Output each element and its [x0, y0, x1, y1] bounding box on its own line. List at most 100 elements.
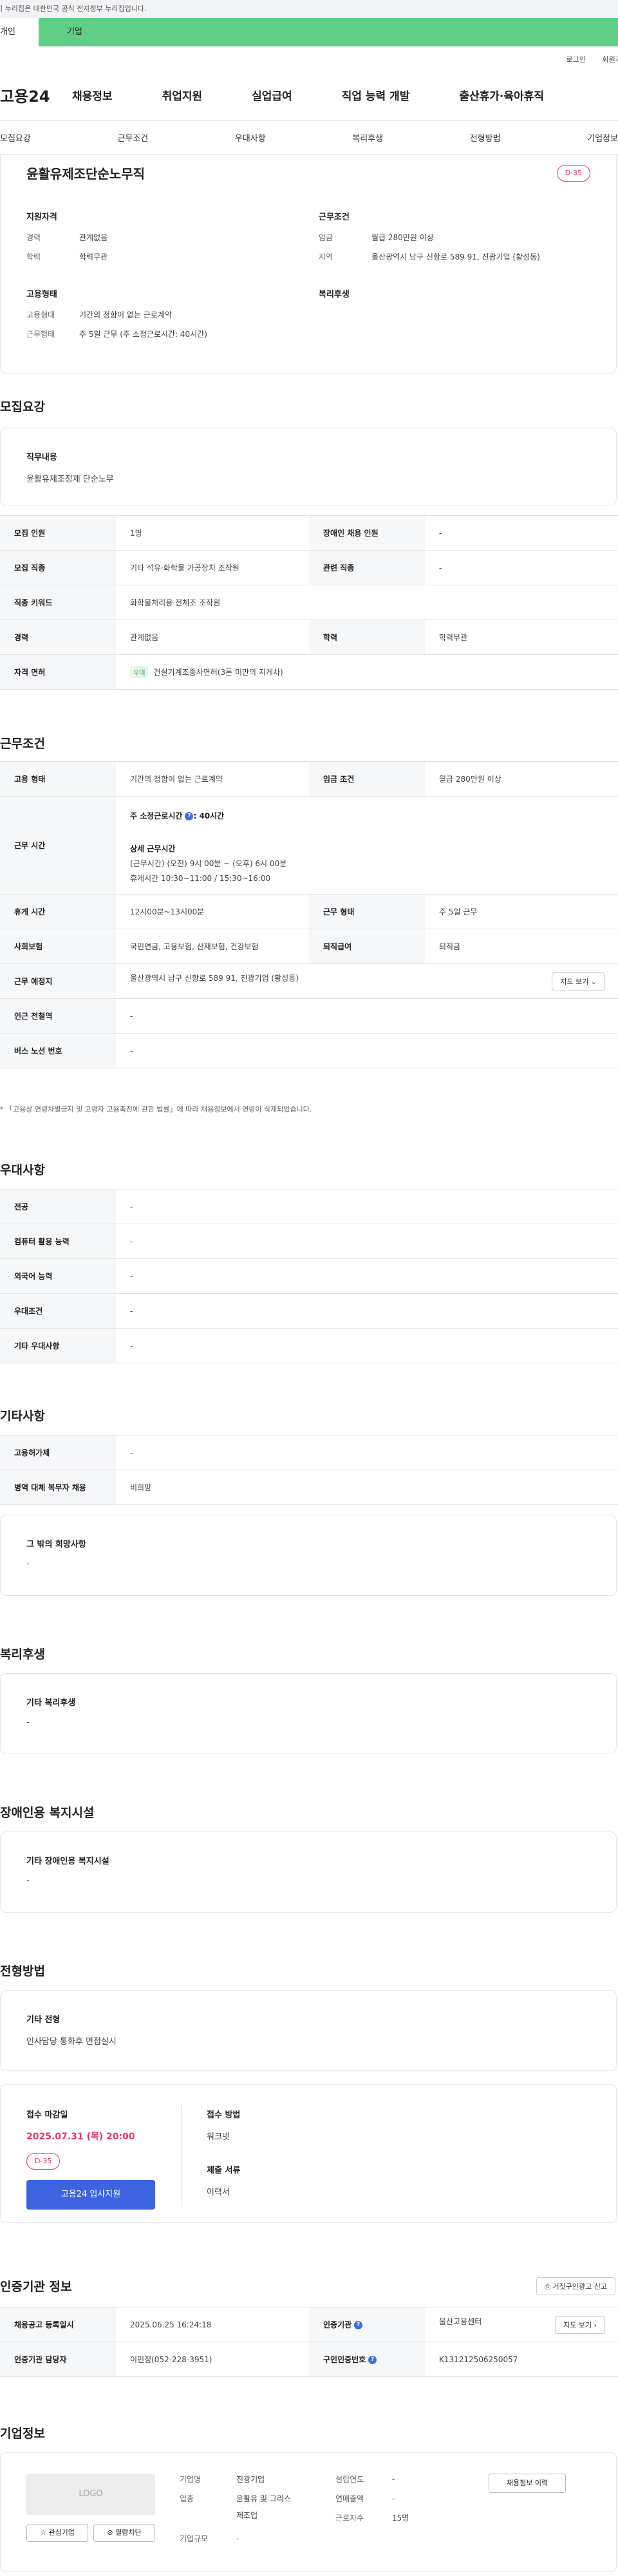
job-title: 윤활유제조단순노무직 — [26, 166, 145, 182]
company-logo: LOGO — [26, 2474, 155, 2515]
welfare-heading: 복리후생 — [0, 1647, 45, 1662]
table-row: 근무 시간 주 소정근로시간?: 40시간 상세 근무시간 (근무시간) (오전… — [0, 796, 618, 895]
cell-value: - — [116, 1224, 618, 1259]
other-wishes-card: 그 밖의 희망사항 - — [0, 1515, 617, 1596]
deadline-value: 2025.07.31 (목) 20:00 — [26, 2132, 135, 2142]
report-false-ad-button[interactable]: ⎙ 거짓구인광고 신고 — [536, 2277, 615, 2295]
cell-header: 기타 우대사항 — [0, 1328, 116, 1363]
job-content-card: 직무내용 윤활유제조정제 단순노무 — [0, 428, 617, 506]
deadline-title: 접수 마감일 — [26, 2110, 68, 2120]
tab-company[interactable]: 기업정보 — [587, 131, 618, 144]
site-logo[interactable]: 고용24 — [0, 84, 72, 106]
cell-header: 퇴직급여 — [309, 929, 425, 964]
welfare-card: 기타 복리후생 - — [0, 1673, 617, 1754]
docs-value: 이력서 — [207, 2188, 230, 2197]
block-view-button[interactable]: ⊘ 열람차단 — [93, 2524, 155, 2542]
cell-value: - — [116, 1328, 618, 1363]
tab-company[interactable]: 기업 — [39, 18, 618, 46]
cell-value: 월급 280만원 이상 — [425, 761, 618, 797]
company-sales: 연매출액 - — [335, 2494, 395, 2503]
cell-header: 경력 — [0, 620, 116, 655]
gnb-item-job-training[interactable]: 직업 능력 개발 — [342, 87, 410, 103]
preferences-table: 전공 - 컴퓨터 활용 능력 - 외국어 능력 - 우대조건 - 기타 우대사항 - — [0, 1189, 618, 1363]
agency-map-button[interactable]: 지도 보기 › — [555, 2315, 605, 2334]
table-row: 버스 노선 번호 - — [0, 1033, 618, 1068]
job-content-value: 윤활유제조정제 단순노무 — [26, 475, 114, 484]
tab-welfare[interactable]: 복리후생 — [352, 131, 383, 144]
recruit-history-button[interactable]: 채용정보 이력 — [489, 2474, 566, 2493]
work-time-main: 주 소정근로시간?: 40시간 — [130, 811, 225, 820]
login-link[interactable]: 로그인 — [566, 55, 586, 64]
main-navigation: 고용24 채용정보 취업지원 실업급여 직업 능력 개발 출산휴가·육아휴직 — [0, 70, 618, 121]
tab-recruit[interactable]: 모집요강 — [0, 131, 31, 144]
apply-button[interactable]: 고용24 입사지원 — [26, 2180, 155, 2210]
gnb-item-employment-support[interactable]: 취업지원 — [162, 87, 203, 103]
selection-value: 인사담당 통화후 면접실시 — [26, 2037, 117, 2047]
cell-header: 전공 — [0, 1189, 116, 1224]
map-view-button[interactable]: 지도 보기 ⌄ — [552, 972, 605, 990]
info-icon[interactable]: ? — [185, 811, 194, 820]
cell-header: 컴퓨터 활용 능력 — [0, 1224, 116, 1259]
signup-link[interactable]: 회원가입 — [603, 55, 618, 64]
cell-header: 병역 대체 복무자 채용 — [0, 1470, 116, 1505]
table-row: 자격 면허 우대 건설기계조종사면허(3톤 미만의 지게차) — [0, 654, 618, 690]
agency-table: 채용공고 등록일시 2025.06.25 16:24:18 인증기관? 울산고용… — [0, 2307, 618, 2377]
table-row: 휴게 시간 12시00분~13시00분 근무 형태 주 5일 근무 — [0, 894, 618, 929]
cell-header: 채용공고 등록일시 — [0, 2307, 116, 2342]
block-icon: ⊘ — [107, 2528, 113, 2537]
table-row: 우대조건 - — [0, 1293, 618, 1329]
cell-header: 인증기관 담당자 — [0, 2342, 116, 2377]
etc-table: 고용허가제 - 병역 대체 복무자 채용 비희망 — [0, 1435, 618, 1505]
gnb-item-jobs[interactable]: 채용정보 — [72, 87, 113, 103]
divider — [181, 2104, 182, 2207]
cell-header: 관련 직종 — [309, 550, 425, 585]
gnb-item-unemployment-benefit[interactable]: 실업급여 — [252, 87, 292, 103]
cell-header: 자격 면허 — [0, 654, 116, 690]
info-icon[interactable]: ? — [368, 2356, 377, 2364]
table-row: 사회보험 국민연금, 고용보험, 산재보험, 건강보험 퇴직급여 퇴직금 — [0, 929, 618, 964]
conditions-title: 근무조건 — [319, 213, 350, 222]
cell-header: 외국어 능력 — [0, 1258, 116, 1294]
qualification-title: 지원자격 — [26, 213, 57, 222]
cell-value: 2025.06.25 16:24:18 — [116, 2307, 309, 2342]
preferred-badge: 우대 — [130, 666, 149, 678]
cell-value: 기간의 정함이 없는 근로계약 — [116, 761, 309, 797]
table-row: 외국어 능력 - — [0, 1258, 618, 1294]
chevron-right-icon: › — [594, 2320, 597, 2329]
cell-value: - — [116, 1033, 618, 1068]
cell-header: 모집 직종 — [0, 550, 116, 585]
table-row: 모집 직종 기타 석유·화학물 가공장치 조작원 관련 직종 - — [0, 550, 618, 585]
cell-header: 임금 조건 — [309, 761, 425, 797]
chevron-down-icon: ⌄ — [590, 977, 597, 986]
other-wishes-title: 그 밖의 희망사항 — [26, 1540, 86, 1549]
cell-value: 화학물처리용 전체조 조작원 — [116, 585, 618, 620]
cell-header: 직종 키워드 — [0, 585, 116, 620]
cell-value: 국민연금, 고용보험, 산재보험, 건강보험 — [116, 929, 309, 964]
table-row: 인증기관 담당자 이민정(052-228-3951) 구인인증번호? K1312… — [0, 2342, 618, 2377]
tab-selection[interactable]: 전형방법 — [470, 131, 501, 144]
table-row: 컴퓨터 활용 능력 - — [0, 1224, 618, 1259]
conditions-heading: 근무조건 — [0, 737, 45, 751]
company-established: 설립연도 - — [335, 2475, 395, 2484]
utility-links: 로그인 회원가입 — [0, 46, 618, 70]
table-row: 모집 인원 1명 장애인 채용 인원 - — [0, 515, 618, 551]
info-icon[interactable]: ? — [354, 2321, 363, 2329]
favorite-company-button[interactable]: ☆ 관심기업 — [26, 2524, 88, 2542]
tab-conditions[interactable]: 근무조건 — [117, 131, 148, 144]
company-size: 기업규모 - — [180, 2534, 239, 2543]
agency-heading: 인증기관 정보 — [0, 2280, 72, 2294]
tab-personal[interactable]: 개인 — [0, 18, 39, 46]
gnb-item-parental-leave[interactable]: 출산휴가·육아휴직 — [459, 87, 544, 103]
cell-header: 고용 형태 — [0, 761, 116, 797]
license-value: 건설기계조종사면허(3톤 미만의 지게차) — [153, 668, 283, 677]
company-industry-2: 제조업 — [236, 2511, 258, 2520]
cell-header: 근무 형태 — [309, 894, 425, 929]
cell-header: 고용허가제 — [0, 1435, 116, 1470]
job-content-title: 직무내용 — [26, 453, 57, 462]
table-row: 인근 전철역 - — [0, 998, 618, 1034]
tab-preferences[interactable]: 우대사항 — [235, 131, 266, 144]
method-title: 접수 방법 — [207, 2110, 241, 2120]
table-row: 고용허가제 - — [0, 1435, 618, 1470]
cell-header: 버스 노선 번호 — [0, 1033, 116, 1068]
emp-work-type: 근무형태 주 5일 근무 (주 소정근로시간: 40시간) — [26, 330, 207, 339]
